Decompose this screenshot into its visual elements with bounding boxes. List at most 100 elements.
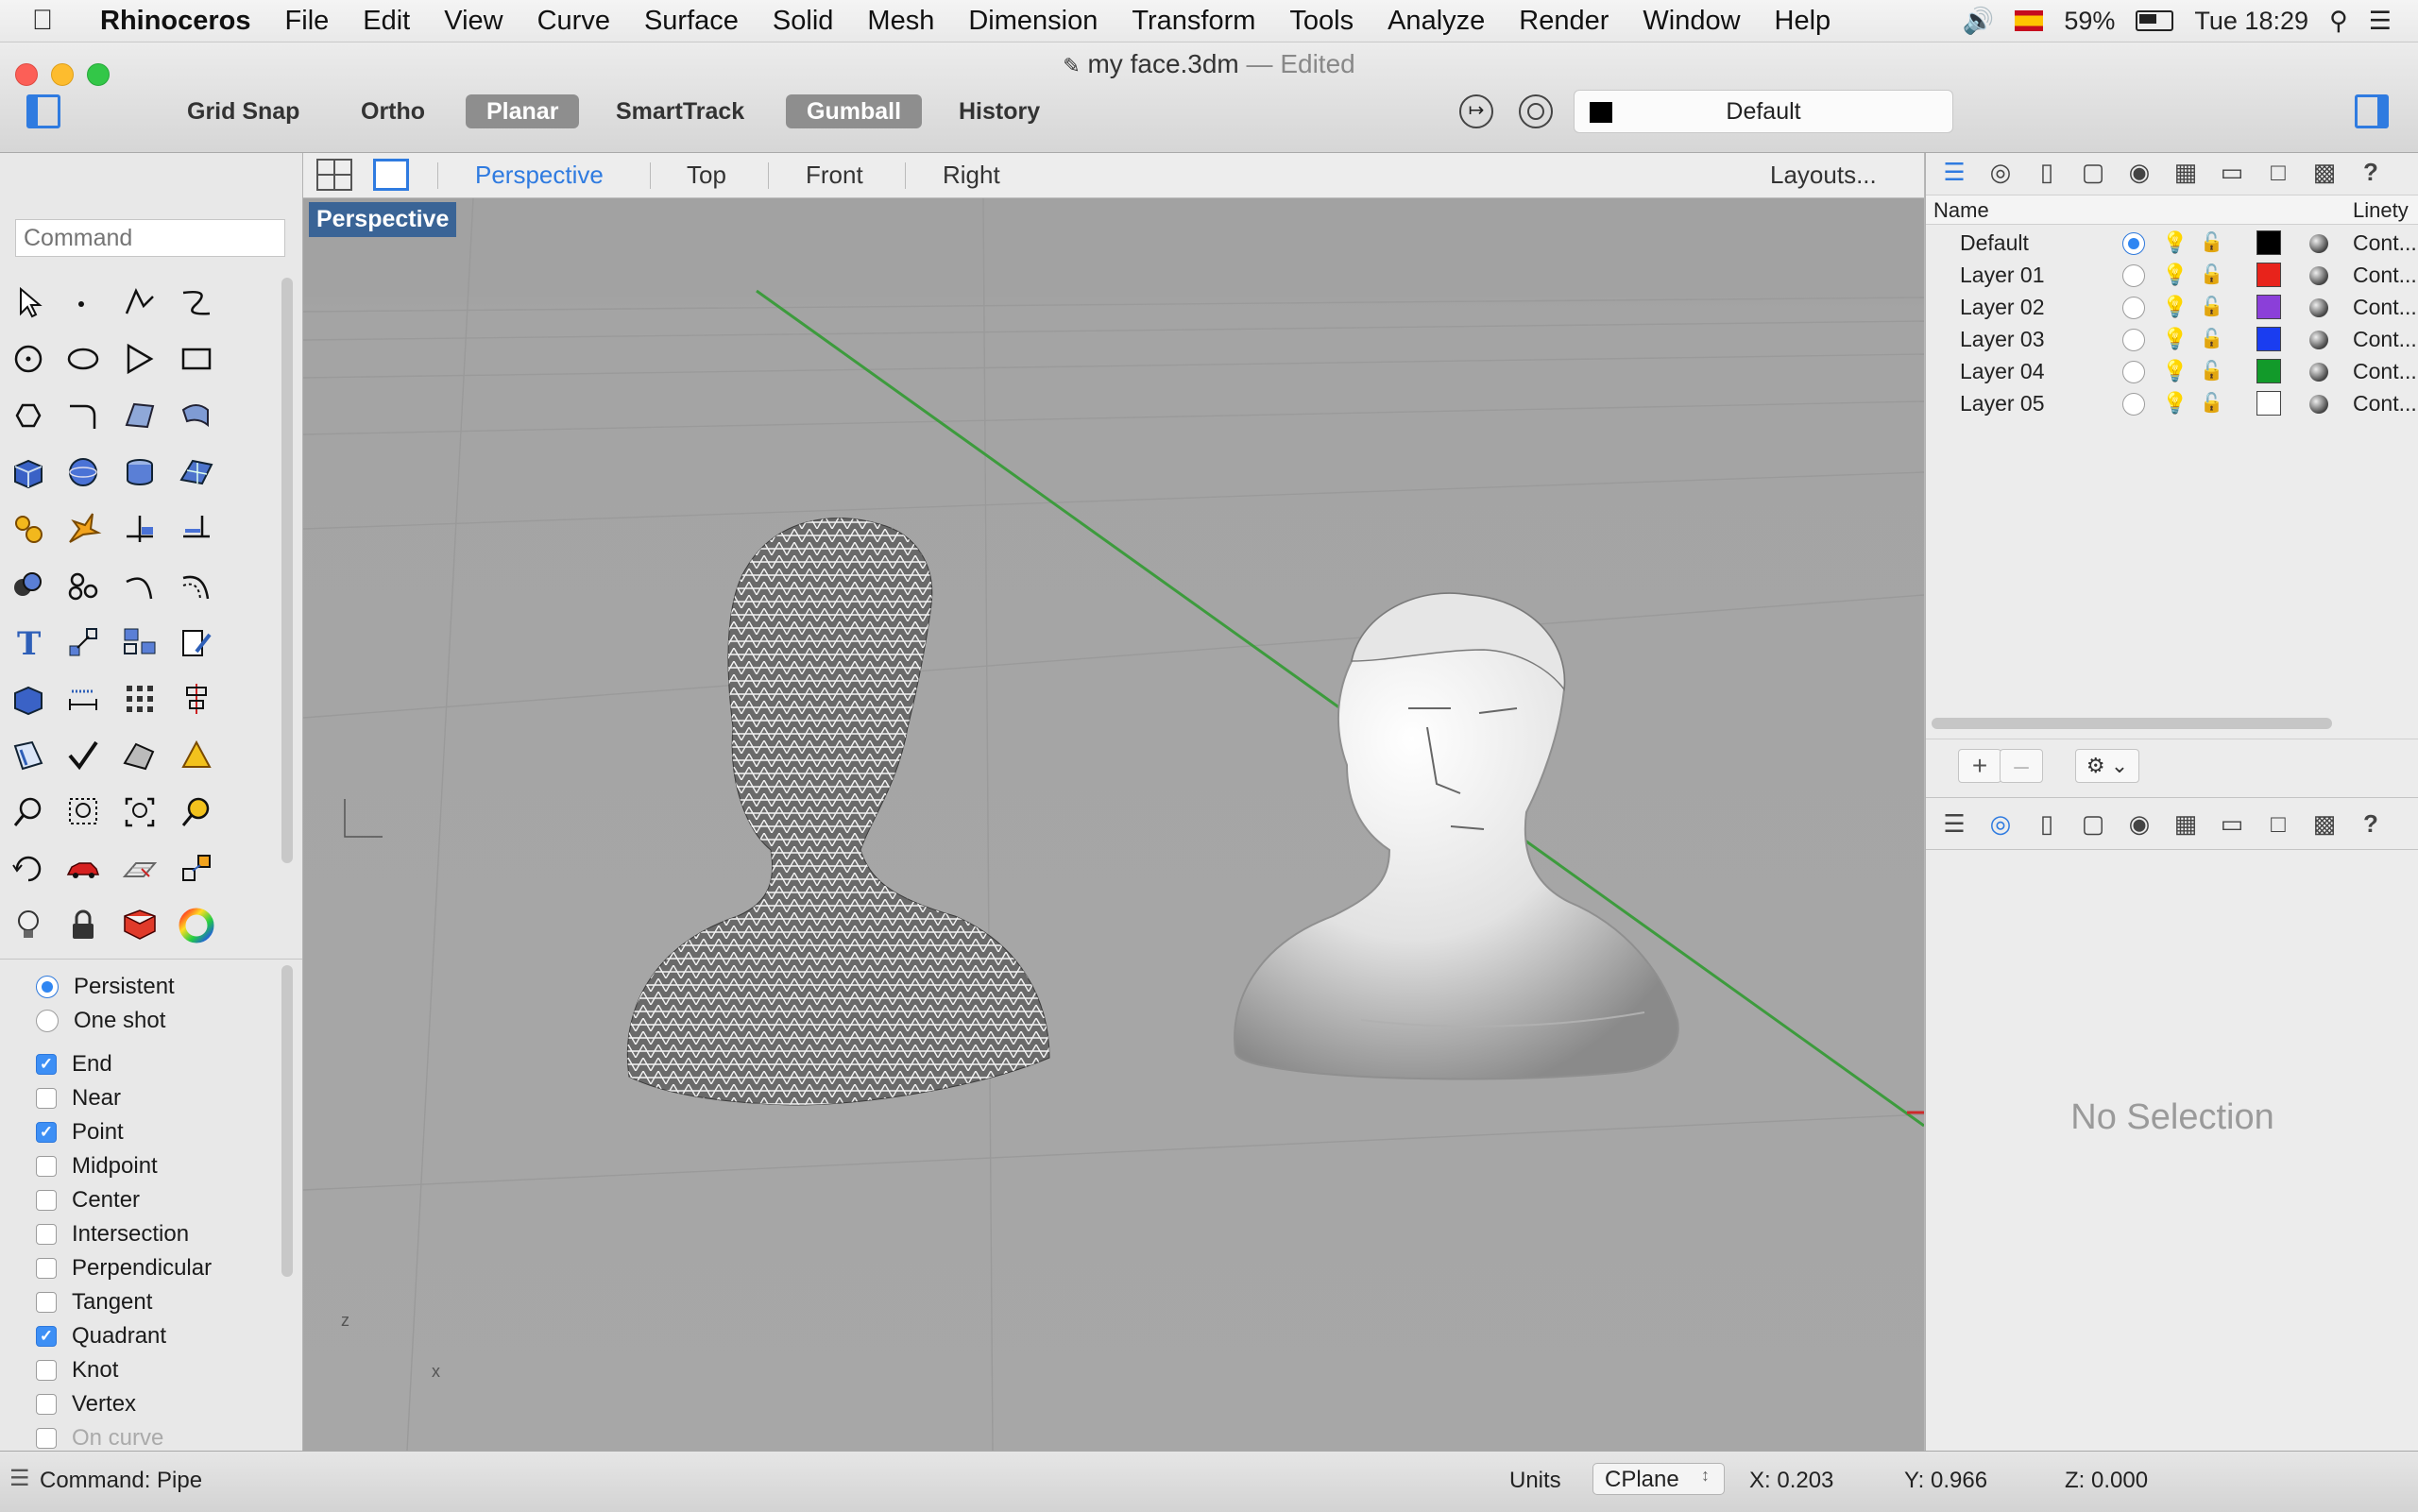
ortho-toggle[interactable]: Ortho [340, 94, 446, 128]
layouts-button[interactable]: Layouts... [1770, 161, 1877, 189]
display-panel-icon[interactable]: ▩ [2307, 155, 2341, 189]
box-solid-icon[interactable] [4, 448, 53, 497]
layers-panel-icon[interactable]: ☰ [1937, 807, 1971, 841]
layer-row[interactable]: Default 💡 🔓 Cont... [1926, 227, 2418, 259]
split-icon[interactable] [115, 504, 164, 553]
units-label[interactable]: Units [1509, 1468, 1561, 1494]
layer-row[interactable]: Layer 05 💡 🔓 Cont... [1926, 387, 2418, 419]
current-layer-selector[interactable]: Default [1574, 90, 1953, 133]
osnap-checkbox[interactable] [36, 1258, 57, 1279]
layer-color-swatch[interactable] [2256, 295, 2281, 319]
record-history-icon[interactable] [1519, 94, 1553, 128]
light-icon[interactable] [4, 901, 53, 950]
cplane-icon[interactable] [115, 844, 164, 893]
menu-tools[interactable]: Tools [1272, 6, 1371, 37]
solid-tools-icon[interactable] [4, 504, 53, 553]
layer-linetype[interactable]: Cont... [2353, 263, 2417, 288]
align-icon[interactable] [172, 674, 221, 723]
layer-color-swatch[interactable] [2256, 263, 2281, 287]
menu-app-name[interactable]: Rhinoceros [72, 6, 268, 37]
sphere-solid-icon[interactable] [59, 448, 108, 497]
layer-material-icon[interactable] [2309, 298, 2328, 317]
current-layer-radio[interactable] [2122, 297, 2145, 319]
osnap-persistent-option[interactable]: Persistent [36, 970, 175, 1004]
zoom-selected-icon[interactable] [172, 788, 221, 837]
ellipse-icon[interactable] [59, 334, 108, 383]
notes-panel-icon[interactable]: ▯ [2030, 807, 2064, 841]
toggle-right-panel-icon[interactable] [2355, 94, 2389, 128]
text-icon[interactable]: T [4, 618, 53, 667]
cplanes-panel-icon[interactable]: ▦ [2169, 807, 2203, 841]
edit-block-icon[interactable] [172, 618, 221, 667]
spotlight-search-icon[interactable]: ⚲ [2329, 7, 2348, 36]
lock-icon[interactable] [59, 901, 108, 950]
menu-render[interactable]: Render [1502, 6, 1626, 37]
layer-lock-icon[interactable]: 🔓 [2200, 295, 2223, 318]
menu-help[interactable]: Help [1758, 6, 1848, 37]
perspective-viewport[interactable]: Perspective z x [303, 198, 1924, 1451]
oneshot-radio[interactable] [36, 1010, 59, 1032]
layer-material-icon[interactable] [2309, 234, 2328, 253]
layer-color-swatch[interactable] [2256, 327, 2281, 351]
osnap-checkbox[interactable] [36, 1224, 57, 1245]
layer-options-gear-button[interactable]: ⚙ ⌄ [2075, 749, 2139, 783]
osnap-option[interactable]: Knot [36, 1353, 118, 1387]
osnap-checkbox[interactable] [36, 1360, 57, 1381]
tab-front[interactable]: Front [806, 161, 863, 189]
sweep-surface-icon[interactable] [172, 391, 221, 440]
cplane-selector[interactable]: CPlane ↕ [1592, 1463, 1725, 1495]
osnap-option[interactable]: Perpendicular [36, 1251, 212, 1285]
select-arrow-icon[interactable] [4, 278, 53, 327]
surface-from-points-icon[interactable] [115, 391, 164, 440]
rotate-view-icon[interactable] [4, 844, 53, 893]
tab-top[interactable]: Top [687, 161, 726, 189]
persistent-radio[interactable] [36, 976, 59, 998]
group-icon[interactable] [115, 618, 164, 667]
layer-lock-icon[interactable]: 🔓 [2200, 327, 2223, 350]
single-viewport-icon[interactable] [373, 159, 409, 191]
osnap-checkbox[interactable] [36, 1156, 57, 1177]
osnap-option[interactable]: ✓ Point [36, 1115, 124, 1149]
trim-icon[interactable] [172, 504, 221, 553]
layer-lock-icon[interactable]: 🔓 [2200, 263, 2223, 286]
help-icon[interactable]: ? [2354, 155, 2388, 189]
osnap-checkbox[interactable] [36, 1292, 57, 1313]
zoom-window-icon[interactable] [59, 788, 108, 837]
current-layer-radio[interactable] [2122, 329, 2145, 351]
layer-row[interactable]: Layer 03 💡 🔓 Cont... [1926, 323, 2418, 355]
layouts-panel-icon[interactable]: ▭ [2215, 807, 2249, 841]
current-layer-radio[interactable] [2122, 264, 2145, 287]
remove-layer-button[interactable]: – [2000, 749, 2043, 783]
menu-file[interactable]: File [268, 6, 347, 37]
layer-name-column-header[interactable]: Name [1933, 198, 1989, 223]
block-icon[interactable] [4, 674, 53, 723]
layer-material-icon[interactable] [2309, 266, 2328, 285]
clock[interactable]: Tue 18:29 [2194, 7, 2308, 36]
osnap-checkbox[interactable] [36, 1428, 57, 1449]
layer-color-swatch[interactable] [2256, 359, 2281, 383]
layer-linetype[interactable]: Cont... [2353, 359, 2417, 384]
osnap-checkbox[interactable]: ✓ [36, 1054, 57, 1075]
osnap-toggle-icon[interactable]: ↦ [1459, 94, 1493, 128]
boolean-union-icon[interactable] [4, 561, 53, 610]
layer-color-swatch[interactable] [2256, 391, 2281, 416]
display-panel-icon[interactable]: ▩ [2307, 807, 2341, 841]
layer-color-swatch[interactable] [2256, 230, 2281, 255]
layer-lock-icon[interactable]: 🔓 [2200, 391, 2223, 415]
battery-icon[interactable] [2136, 10, 2174, 31]
gumball-toggle[interactable]: Gumball [786, 94, 923, 128]
grid-snap-toggle[interactable]: Grid Snap [166, 94, 320, 128]
layer-linetype[interactable]: Cont... [2353, 295, 2417, 320]
layer-list-scrollbar[interactable] [1932, 718, 2332, 729]
analyze-icon[interactable] [4, 731, 53, 780]
properties-panel-icon[interactable]: ◎ [1984, 807, 2018, 841]
four-viewports-icon[interactable] [316, 159, 352, 191]
mesh-plane-icon[interactable] [172, 448, 221, 497]
add-layer-button[interactable]: + [1958, 749, 2001, 783]
rectangle-icon[interactable] [172, 334, 221, 383]
layer-visibility-bulb-icon[interactable]: 💡 [2162, 327, 2188, 351]
osnap-option[interactable]: Vertex [36, 1387, 136, 1421]
menu-mesh[interactable]: Mesh [850, 6, 951, 37]
layer-material-icon[interactable] [2309, 363, 2328, 382]
command-history-icon[interactable]: ☰ [9, 1465, 30, 1492]
